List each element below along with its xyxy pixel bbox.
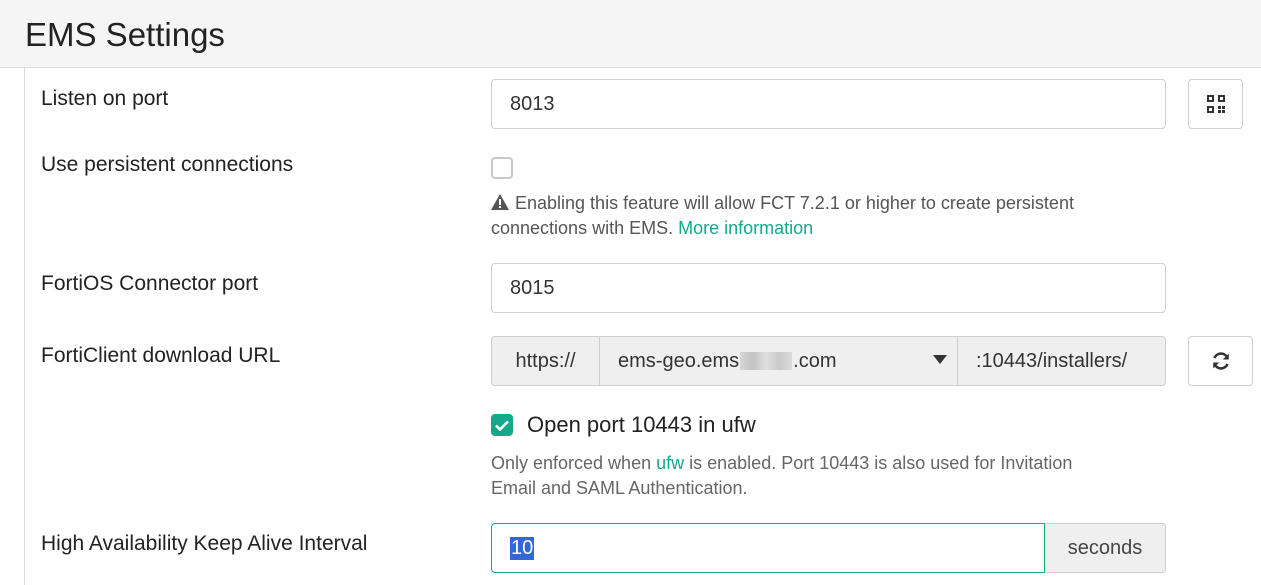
fortios-port-value: 8015 — [510, 276, 555, 299]
persistent-connections-label: Use persistent connections — [41, 153, 294, 176]
ha-interval-value: 10 — [510, 536, 535, 560]
qr-code-button[interactable] — [1188, 79, 1243, 129]
open-port-ufw-label: Open port 10443 in ufw — [527, 412, 756, 437]
fortios-port-input[interactable]: 8015 — [491, 263, 1166, 313]
ufw-note-rest: is enabled. Port 10443 is also used for … — [689, 453, 1073, 473]
warning-line2: connections with EMS. — [491, 218, 674, 238]
redacted-host — [740, 352, 793, 370]
page-header: EMS Settings — [0, 0, 1261, 68]
refresh-icon — [1212, 352, 1229, 370]
ha-interval-label: High Availability Keep Alive Interval — [41, 532, 368, 555]
checkmark-icon — [495, 420, 509, 431]
url-prefix: https:// — [492, 337, 600, 385]
warning-icon — [491, 194, 509, 210]
url-suffix: :10443/installers/ — [976, 349, 1128, 372]
warning-line1: Enabling this feature will allow FCT 7.2… — [515, 193, 1074, 213]
download-url-group: https:// ems-geo.ems .com :10443/installe… — [491, 336, 1166, 386]
host-select[interactable]: ems-geo.ems .com — [600, 337, 958, 385]
listen-port-value: 8013 — [510, 92, 555, 115]
ufw-note: Only enforced when ufw is enabled. Port … — [491, 451, 1072, 501]
host-end: .com — [793, 349, 837, 372]
listen-port-input[interactable]: 8013 — [491, 79, 1166, 129]
download-url-label: FortiClient download URL — [41, 344, 281, 367]
open-port-ufw-checkbox[interactable] — [491, 414, 513, 436]
page-title: EMS Settings — [25, 16, 225, 53]
left-border — [24, 68, 25, 585]
listen-port-label: Listen on port — [41, 87, 169, 110]
qr-code-icon — [1206, 95, 1225, 113]
ha-interval-input[interactable]: 10 — [491, 523, 1045, 573]
caret-down-icon — [933, 355, 947, 364]
persistent-warning: Enabling this feature will allow FCT 7.2… — [491, 191, 1074, 241]
ufw-note-line2: Email and SAML Authentication. — [491, 478, 748, 498]
host-start: ems-geo.ems — [618, 349, 740, 372]
ufw-note-prefix: Only enforced when — [491, 453, 652, 473]
refresh-button[interactable] — [1188, 336, 1253, 386]
ha-interval-unit: seconds — [1045, 523, 1166, 573]
more-information-link[interactable]: More information — [678, 218, 813, 238]
fortios-port-label: FortiOS Connector port — [41, 272, 259, 295]
persistent-connections-checkbox[interactable] — [491, 157, 513, 179]
ufw-link[interactable]: ufw — [656, 453, 684, 473]
